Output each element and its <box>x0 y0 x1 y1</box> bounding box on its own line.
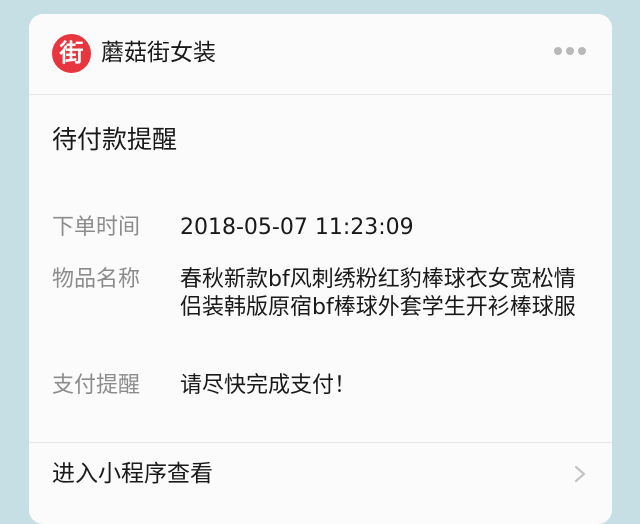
app-logo[interactable]: 街 <box>52 34 91 73</box>
dot <box>578 47 586 55</box>
order-time-label: 下单时间 <box>52 215 141 240</box>
card-header: 街 蘑菇街女装 <box>29 14 612 95</box>
more-dots-icon[interactable] <box>554 44 586 58</box>
payment-reminder-label: 支付提醒 <box>52 373 141 398</box>
message-card: 街 蘑菇街女装 待付款提醒 下单时间 2018-05-07 11:23:09 物… <box>29 14 612 524</box>
app-name[interactable]: 蘑菇街女装 <box>101 38 216 68</box>
order-time-value: 2018-05-07 11:23:09 <box>180 215 414 240</box>
payment-reminder-value: 请尽快完成支付！ <box>180 373 357 398</box>
message-title: 待付款提醒 <box>52 125 178 154</box>
chevron-right-icon <box>574 465 586 483</box>
dot <box>554 47 562 55</box>
item-name-value: 春秋新款bf风刺绣粉红豹棒球衣女宽松情侣装韩版原宿bf棒球外套学生开衫棒球服 <box>180 267 576 320</box>
open-mini-program-label: 进入小程序查看 <box>52 461 213 487</box>
dot <box>566 47 574 55</box>
item-name-label: 物品名称 <box>52 267 141 292</box>
